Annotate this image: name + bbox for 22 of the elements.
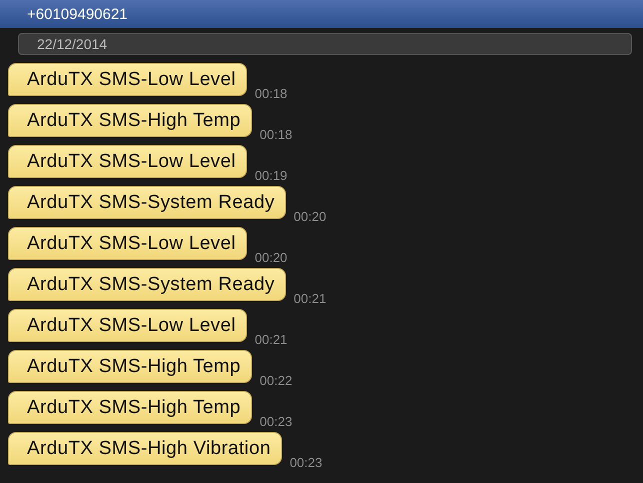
message-time: 00:21 xyxy=(294,291,326,306)
message-time: 00:20 xyxy=(254,250,288,265)
contact-number: +60109490621 xyxy=(0,0,643,28)
message-bubble: ArduTX SMS-High Vibration xyxy=(8,432,282,465)
date-separator: 22/12/2014 xyxy=(18,33,632,55)
message-bubble: ArduTX SMS-High Temp xyxy=(8,104,252,137)
message-bubble: ArduTX SMS-Low Level xyxy=(8,309,247,342)
message-bubble: ArduTX SMS-Low Level xyxy=(8,63,247,96)
message-time: 00:23 xyxy=(260,414,292,429)
message-bubble: ArduTX SMS-High Temp xyxy=(8,350,252,383)
message-bubble: ArduTX SMS-Low Level xyxy=(8,145,247,178)
message-time: 00:23 xyxy=(290,455,322,470)
message-bubble: ArduTX SMS-System Ready xyxy=(8,186,286,219)
message-time: 00:18 xyxy=(260,127,292,142)
message-time: 00:20 xyxy=(294,209,326,224)
message-time: 00:22 xyxy=(260,373,292,388)
message-time: 00:18 xyxy=(254,86,288,101)
message-bubble: ArduTX SMS-High Temp xyxy=(8,391,252,424)
message-time: 00:19 xyxy=(254,168,288,183)
message-bubble: ArduTX SMS-System Ready xyxy=(8,268,286,301)
message-time: 00:21 xyxy=(254,332,288,347)
message-bubble: ArduTX SMS-Low Level xyxy=(8,227,247,260)
